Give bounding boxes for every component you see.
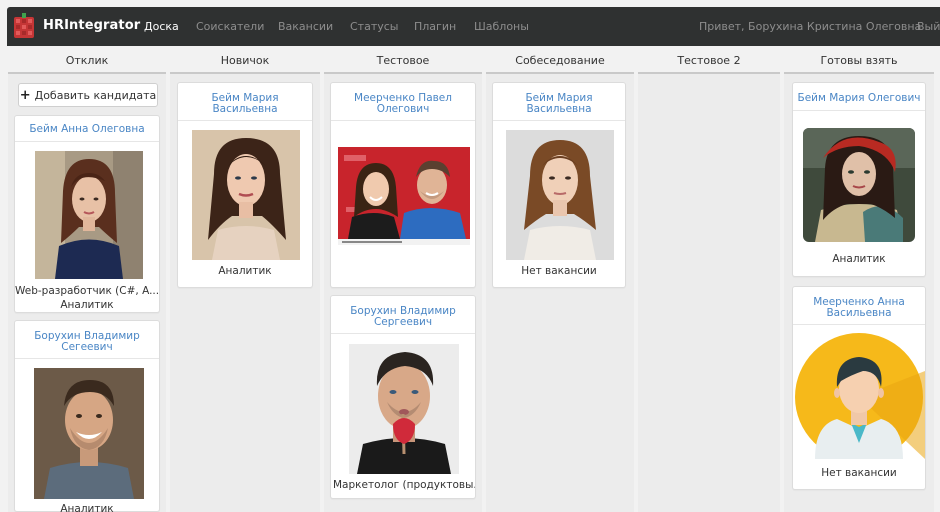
nav-candidates[interactable]: Соискатели xyxy=(196,20,264,33)
nav-plugin[interactable]: Плагин xyxy=(414,20,456,33)
candidate-name[interactable]: Бейм Анна Олеговна xyxy=(15,124,159,135)
candidate-vacancy: Аналитик xyxy=(832,253,886,265)
logo-icon xyxy=(14,13,34,38)
user-greeting[interactable]: Привет, Борухина Кристина Олеговна xyxy=(699,20,921,33)
add-candidate-button[interactable]: + Добавить кандидата xyxy=(18,83,158,107)
brand-name: HRIntegrator xyxy=(43,18,141,33)
column-header-testovoe-2: Тестовое 2 xyxy=(638,54,780,74)
card-header: Борухин Владимир Сегеевич xyxy=(15,321,159,359)
candidate-card[interactable]: Борухин Владимир Сегеевич Аналитик xyxy=(14,320,160,512)
add-candidate-label: Добавить кандидата xyxy=(34,88,157,102)
card-header: Бейм Анна Олеговна xyxy=(15,116,159,142)
candidate-photo xyxy=(338,147,470,245)
default-avatar-icon xyxy=(795,333,925,459)
candidate-name[interactable]: Борухин Владимир Сегеевич xyxy=(15,331,159,353)
candidate-photo xyxy=(506,130,614,260)
avatar-placeholder xyxy=(793,331,925,459)
candidate-card[interactable]: Борухин Владимир Сергеевич Маркетолог (п… xyxy=(330,295,476,499)
column-header-testovoe: Тестовое xyxy=(324,54,482,74)
candidate-photo xyxy=(192,130,300,260)
column-title: Отклик xyxy=(65,54,109,67)
candidate-name[interactable]: Бейм Мария Васильевна xyxy=(493,93,625,115)
card-header: Борухин Владимир Сергеевич xyxy=(331,296,475,334)
nav-board[interactable]: Доска xyxy=(144,20,179,33)
candidate-photo xyxy=(349,344,459,474)
candidate-name[interactable]: Борухин Владимир Сергеевич xyxy=(331,306,475,328)
candidate-name[interactable]: Бейм Мария Васильевна xyxy=(178,93,312,115)
column-header-otklik: Отклик xyxy=(8,54,166,74)
card-header: Меерченко Анна Васильевна xyxy=(793,287,925,325)
nav-statuses[interactable]: Статусы xyxy=(350,20,398,33)
column-header-sobesedovanie: Собеседование xyxy=(486,54,634,74)
card-header: Бейм Мария Олегович xyxy=(793,83,925,111)
column-header-gotovy-vzyat: Готовы взять xyxy=(784,54,934,74)
card-header: Меерченко Павел Олегович xyxy=(331,83,475,121)
column-header-novichok: Новичок xyxy=(170,54,320,74)
plus-icon: + xyxy=(19,87,31,103)
column-title: Тестовое 2 xyxy=(677,54,741,67)
column-title: Собеседование xyxy=(515,54,605,67)
top-navbar: HRIntegrator Доска Соискатели Вакансии С… xyxy=(7,7,940,46)
column-title: Тестовое xyxy=(376,54,430,67)
candidate-photo xyxy=(803,128,915,242)
candidate-photo xyxy=(34,368,144,499)
candidate-card[interactable]: Бейм Мария Васильевна Аналитик xyxy=(177,82,313,288)
candidate-card[interactable]: Бейм Мария Васильевна Нет вакансии xyxy=(492,82,626,288)
card-header: Бейм Мария Васильевна xyxy=(493,83,625,121)
candidate-card[interactable]: Бейм Мария Олегович Аналитик xyxy=(792,82,926,277)
candidate-card[interactable]: Меерченко Анна Васильевна Нет вакансии xyxy=(792,286,926,490)
candidate-card[interactable]: Меерченко Павел Олегович xyxy=(330,82,476,288)
candidate-vacancy: Нет вакансии xyxy=(521,265,597,277)
candidate-vacancy: Аналитик xyxy=(218,265,272,277)
candidate-name[interactable]: Бейм Мария Олегович xyxy=(793,93,925,104)
candidate-photo xyxy=(35,151,143,279)
candidate-card[interactable]: Бейм Анна Олеговна Web-разработчик (C#, … xyxy=(14,115,160,313)
column-testovoe-2 xyxy=(638,74,780,512)
candidate-position: Web-разработчик (C#, A... xyxy=(15,285,159,297)
column-title: Готовы взять xyxy=(820,54,898,67)
candidate-name[interactable]: Меерченко Анна Васильевна xyxy=(793,297,925,319)
column-title: Новичок xyxy=(220,54,270,67)
candidate-vacancy: Аналитик xyxy=(60,299,114,311)
candidate-vacancy: Нет вакансии xyxy=(821,467,897,479)
candidate-vacancy: Маркетолог (продуктовы... xyxy=(333,479,475,491)
logout-link[interactable]: Вый xyxy=(917,20,940,33)
candidate-vacancy: Аналитик xyxy=(60,503,114,512)
candidate-name[interactable]: Меерченко Павел Олегович xyxy=(331,93,475,115)
card-header: Бейм Мария Васильевна xyxy=(178,83,312,121)
nav-vacancies[interactable]: Вакансии xyxy=(278,20,333,33)
nav-templates[interactable]: Шаблоны xyxy=(474,20,529,33)
